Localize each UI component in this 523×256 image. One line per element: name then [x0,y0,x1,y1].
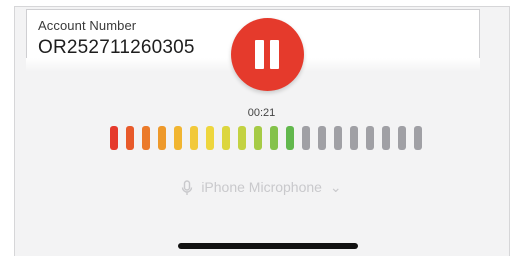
recording-timer: 00:21 [247,107,276,119]
account-number-label: Account Number [38,18,137,33]
level-bar [206,126,214,150]
level-bar [126,126,134,150]
level-bar [318,126,326,150]
level-bar [382,126,390,150]
level-bar [142,126,150,150]
account-number-value: OR252711260305 [38,37,195,58]
pause-icon-right-bar [270,40,279,69]
level-bar [398,126,406,150]
pause-recording-button[interactable] [231,18,304,91]
level-bar [334,126,342,150]
level-bar [286,126,294,150]
screenshot-frame: Account Number OR252711260305 00:21 iPho… [0,0,523,256]
microphone-icon [181,179,197,195]
level-bar [238,126,246,150]
level-bar [158,126,166,150]
level-bar [414,126,422,150]
level-bar [254,126,262,150]
level-bar [302,126,310,150]
microphone-selector[interactable]: iPhone Microphone ⌄ [0,178,523,196]
microphone-label: iPhone Microphone [201,179,322,196]
level-bar [110,126,118,150]
level-bar [350,126,358,150]
home-indicator [178,243,358,249]
level-bar [190,126,198,150]
pause-icon-left-bar [255,40,264,69]
level-bar [366,126,374,150]
level-bar [222,126,230,150]
level-bar [270,126,278,150]
chevron-down-icon: ⌄ [329,178,342,195]
level-bar [174,126,182,150]
